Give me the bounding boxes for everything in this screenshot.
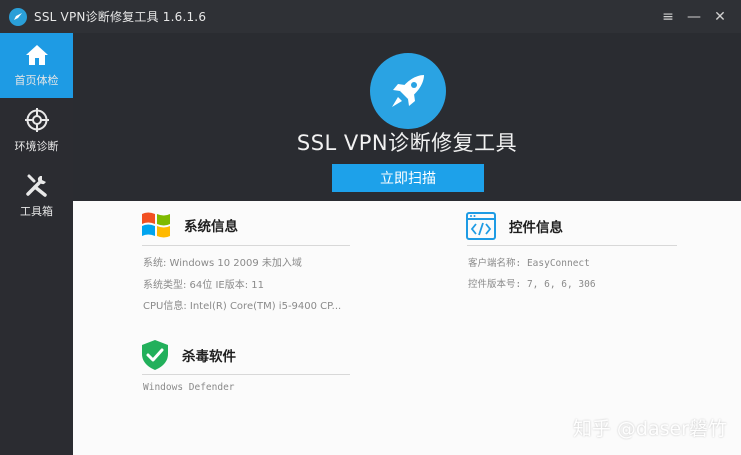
content-panel: 系统信息 系统: Windows 10 2009 未加入域 系统类型: 64位 … [73, 201, 741, 455]
system-info-header: 系统信息 [140, 209, 238, 241]
sidebar-item-env-diagnosis[interactable]: 环境诊断 [0, 98, 73, 163]
sidebar-item-label: 首页体检 [14, 74, 59, 87]
control-info-header: 控件信息 [465, 210, 563, 242]
control-version-value: 控件版本号: 7, 6, 6, 306 [468, 279, 596, 290]
control-info-title: 控件信息 [509, 220, 563, 236]
hero-banner: SSL VPN诊断修复工具 立即扫描 [73, 33, 741, 201]
app-window: SSL VPN诊断修复工具 1.6.1.6 ≡ — ✕ 首页体检 环境诊断 工具… [0, 0, 741, 455]
code-window-icon [466, 212, 496, 240]
windows-logo-icon [142, 212, 170, 238]
scan-now-button[interactable]: 立即扫描 [332, 164, 484, 192]
antivirus-value: Windows Defender [143, 382, 235, 393]
system-info-title: 系统信息 [184, 219, 238, 235]
window-controls: ≡ — ✕ [655, 0, 733, 33]
sidebar-item-toolbox[interactable]: 工具箱 [0, 163, 73, 228]
watermark-text: 知乎 @daser磐竹 [572, 418, 727, 440]
system-os-value: 系统: Windows 10 2009 未加入域 [143, 258, 302, 269]
shield-check-icon [142, 340, 168, 370]
system-cpu-value: CPU信息: Intel(R) Core(TM) i5-9400 CP... [143, 301, 342, 312]
sidebar: 首页体检 环境诊断 工具箱 [0, 33, 73, 455]
home-icon [25, 45, 48, 65]
client-name-value: 客户端名称: EasyConnect [468, 258, 590, 269]
sidebar-item-home-check[interactable]: 首页体检 [0, 33, 73, 98]
title-bar[interactable]: SSL VPN诊断修复工具 1.6.1.6 ≡ — ✕ [0, 0, 741, 33]
minimize-button[interactable]: — [681, 0, 707, 33]
rocket-icon [370, 53, 446, 129]
divider [142, 245, 350, 246]
divider [142, 374, 350, 375]
close-button[interactable]: ✕ [707, 0, 733, 33]
antivirus-header: 杀毒软件 [140, 339, 236, 371]
tools-icon [25, 174, 47, 197]
divider [467, 245, 677, 246]
app-logo-icon [9, 7, 27, 26]
crosshair-icon [24, 108, 49, 132]
menu-button[interactable]: ≡ [655, 0, 681, 33]
sidebar-item-label: 环境诊断 [14, 140, 59, 153]
system-type-value: 系统类型: 64位 IE版本: 11 [143, 280, 264, 291]
sidebar-item-label: 工具箱 [20, 205, 53, 218]
window-title: SSL VPN诊断修复工具 1.6.1.6 [34, 10, 207, 24]
banner-title: SSL VPN诊断修复工具 [296, 131, 518, 155]
antivirus-title: 杀毒软件 [182, 349, 236, 365]
